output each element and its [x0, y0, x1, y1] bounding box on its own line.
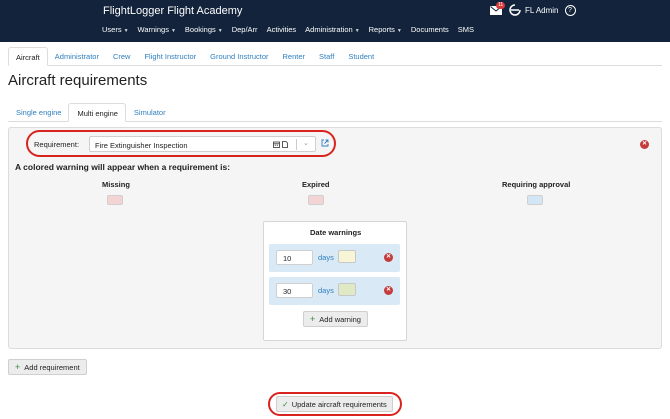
plus-icon: + — [310, 314, 316, 324]
tab-staff[interactable]: Staff — [312, 47, 341, 66]
tab-flight-instructor[interactable]: Flight Instructor — [137, 47, 203, 66]
label-requiring-approval: Requiring approval — [502, 180, 571, 189]
remove-warning-icon[interactable]: ✕ — [384, 253, 393, 262]
highlight-oval-requirement — [26, 130, 336, 157]
tab-renter[interactable]: Renter — [276, 47, 313, 66]
nav-label: Activities — [266, 25, 297, 34]
days-unit: days — [318, 286, 334, 295]
help-icon[interactable]: ? — [564, 4, 576, 16]
add-warning-label: Add warning — [319, 314, 361, 324]
label-expired: Expired — [302, 180, 330, 189]
nav-label: Reports — [368, 25, 395, 34]
swatch-expired[interactable] — [308, 195, 324, 205]
engine-tabs: Single engine Multi engine Simulator — [8, 103, 662, 122]
role-tabs: Aircraft Administrator Crew Flight Instr… — [8, 47, 662, 66]
tab-ground-instructor[interactable]: Ground Instructor — [203, 47, 275, 66]
swatch-missing[interactable] — [107, 195, 123, 205]
user-logo-icon[interactable] — [508, 4, 522, 16]
add-warning-button[interactable]: + Add warning — [303, 311, 368, 327]
warning-color-swatch[interactable] — [338, 250, 356, 263]
days-unit: days — [318, 253, 334, 262]
add-requirement-button[interactable]: + Add requirement — [8, 359, 87, 375]
nav-label: Dep/Arr — [231, 25, 258, 34]
top-header: FlightLogger Flight Academy 11 FL Admin … — [0, 0, 670, 42]
label-missing: Missing — [102, 180, 130, 189]
plus-icon: + — [15, 362, 21, 372]
nav-label: SMS — [457, 25, 475, 34]
nav-label: Users — [102, 25, 122, 34]
chevron-down-icon: ▼ — [396, 28, 402, 34]
chevron-down-icon: ▼ — [217, 28, 223, 34]
tab-aircraft[interactable]: Aircraft — [8, 47, 48, 66]
main-nav: Users ▼ Warnings ▼ Bookings ▼ Dep/Arr Activ… — [102, 25, 483, 34]
nav-label: Bookings — [184, 25, 216, 34]
mail-badge: 11 — [496, 1, 506, 9]
chevron-down-icon: ▼ — [354, 28, 360, 34]
brand-title[interactable]: FlightLogger Flight Academy — [103, 5, 242, 17]
chevron-down-icon: ▼ — [123, 28, 129, 34]
page-title: Aircraft requirements — [8, 72, 148, 89]
tab-administrator[interactable]: Administrator — [48, 47, 106, 66]
nav-sms[interactable]: SMS — [458, 25, 474, 34]
days-input[interactable]: 30 — [276, 283, 313, 298]
warning-explanation: A colored warning will appear when a req… — [15, 162, 231, 172]
header-right: 11 FL Admin ? — [490, 1, 576, 16]
nav-users[interactable]: Users ▼ — [102, 25, 129, 34]
add-requirement-label: Add requirement — [24, 362, 80, 372]
tab-multi-engine[interactable]: Multi engine — [68, 103, 126, 122]
nav-reports[interactable]: Reports ▼ — [369, 25, 402, 34]
remove-warning-icon[interactable]: ✕ — [384, 286, 393, 295]
remove-requirement-icon[interactable]: ✕ — [640, 140, 649, 149]
days-input[interactable]: 10 — [276, 250, 313, 265]
warning-color-swatch[interactable] — [338, 283, 356, 296]
tab-crew[interactable]: Crew — [106, 47, 138, 66]
nav-label: Administration — [305, 25, 353, 34]
nav-activities[interactable]: Activities — [267, 25, 297, 34]
nav-warnings[interactable]: Warnings ▼ — [138, 25, 176, 34]
user-name[interactable]: FL Admin — [525, 6, 559, 15]
tab-simulator[interactable]: Simulator — [126, 103, 173, 122]
nav-administration[interactable]: Administration ▼ — [305, 25, 359, 34]
tab-single-engine[interactable]: Single engine — [8, 103, 68, 122]
date-warnings-title: Date warnings — [310, 228, 362, 237]
mail-icon[interactable]: 11 — [490, 1, 506, 15]
nav-label: Documents — [410, 25, 449, 34]
nav-bookings[interactable]: Bookings ▼ — [185, 25, 223, 34]
tab-student[interactable]: Student — [341, 47, 381, 66]
nav-documents[interactable]: Documents — [411, 25, 449, 34]
highlight-oval-update — [268, 392, 402, 416]
nav-dep-arr[interactable]: Dep/Arr — [232, 25, 258, 34]
nav-label: Warnings — [137, 25, 169, 34]
chevron-down-icon: ▼ — [170, 28, 176, 34]
swatch-requiring-approval[interactable] — [527, 195, 543, 205]
